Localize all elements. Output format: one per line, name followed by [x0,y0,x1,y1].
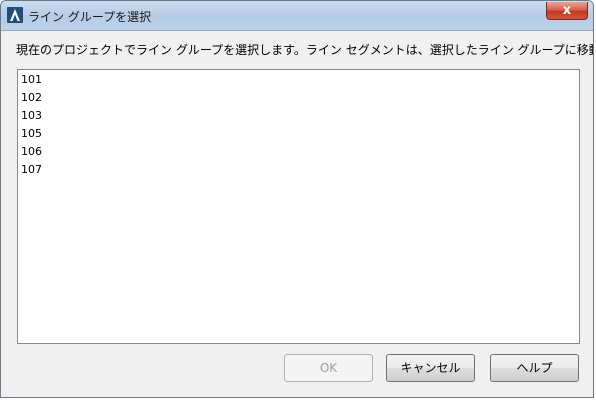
dialog-body: 現在のプロジェクトでライン グループを選択します。ライン セグメントは、選択した… [8,31,593,391]
autocad-civil-icon [7,7,23,23]
cancel-button[interactable]: キャンセル [386,354,475,382]
list-item[interactable]: 106 [21,143,221,161]
title-bar[interactable]: ライン グループを選択 x [1,1,593,31]
list-item[interactable]: 102 [21,89,221,107]
window-title: ライン グループを選択 [28,10,152,24]
help-button[interactable]: ヘルプ [490,354,579,382]
list-item[interactable]: 107 [21,161,221,179]
close-button[interactable]: x [546,2,588,20]
close-icon: x [562,3,572,18]
list-item[interactable]: 105 [21,125,221,143]
select-line-group-dialog: ライン グループを選択 x 現在のプロジェクトでライン グループを選択します。ラ… [0,0,594,398]
list-item[interactable]: 103 [21,107,221,125]
ok-button[interactable]: OK [284,354,373,382]
instruction-text: 現在のプロジェクトでライン グループを選択します。ライン セグメントは、選択した… [16,43,593,57]
list-item[interactable]: 101 [21,71,221,89]
line-group-list[interactable]: 101 102 103 105 106 107 [17,69,580,344]
